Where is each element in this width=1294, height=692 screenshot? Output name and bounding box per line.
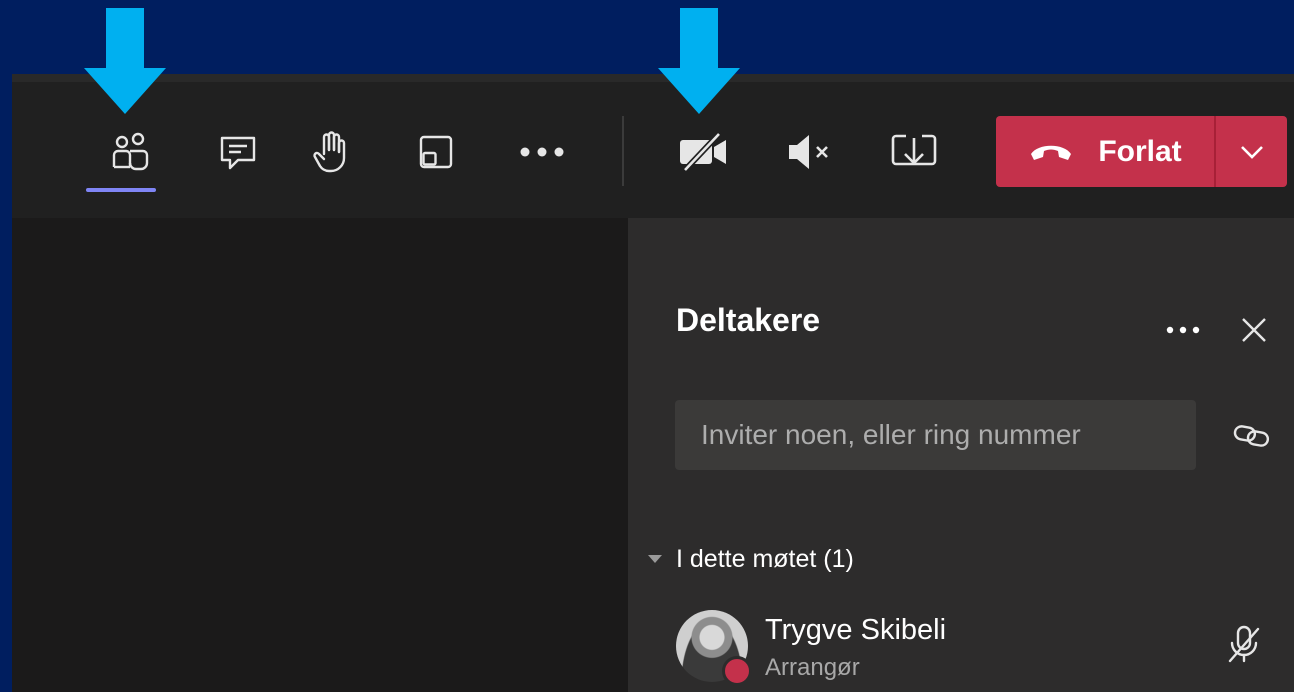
leave-button-group: Forlat	[996, 116, 1287, 187]
annotation-arrow-participants	[84, 8, 166, 114]
in-meeting-section-header[interactable]: I dette møtet (1)	[648, 542, 854, 576]
meeting-stage	[12, 218, 628, 692]
teams-meeting-window: Forlat Deltakere Inviter noen, eller rin…	[12, 74, 1294, 692]
invite-input[interactable]	[675, 400, 1196, 470]
chevron-down-icon	[1240, 145, 1263, 159]
caret-down-icon	[648, 555, 662, 563]
busy-status-icon	[722, 656, 752, 686]
participant-role: Arrangør	[765, 654, 860, 681]
toolbar-divider	[622, 116, 624, 186]
copy-link-button[interactable]	[1232, 416, 1272, 456]
hand-icon	[313, 131, 346, 173]
link-icon	[1233, 425, 1270, 447]
raise-hand-button[interactable]	[300, 122, 360, 182]
rooms-icon	[419, 135, 453, 169]
more-icon	[520, 147, 564, 157]
close-icon	[1242, 318, 1266, 342]
participant-mic-status	[1224, 624, 1264, 664]
more-icon	[1166, 326, 1200, 334]
panel-close-button[interactable]	[1234, 310, 1274, 350]
camera-toggle-button[interactable]	[674, 122, 734, 182]
leave-label: Forlat	[1098, 134, 1182, 168]
phone-hangup-icon	[1031, 145, 1072, 160]
share-tray-icon	[891, 134, 937, 166]
chat-button[interactable]	[208, 122, 268, 182]
participants-panel: Deltakere I dette møtet (1)	[628, 218, 1294, 692]
leave-button[interactable]: Forlat	[996, 116, 1214, 187]
participants-button[interactable]	[101, 122, 161, 182]
speaker-mute-icon	[789, 135, 828, 169]
camera-off-icon	[680, 131, 726, 173]
speaker-toggle-button[interactable]	[780, 122, 840, 182]
participant-row[interactable]: Trygve Skibeli Arrangør	[676, 610, 1264, 690]
mic-off-icon	[1228, 625, 1260, 663]
avatar	[676, 610, 752, 686]
active-tab-indicator	[86, 188, 156, 192]
more-actions-button[interactable]	[512, 122, 572, 182]
participant-name: Trygve Skibeli	[765, 614, 947, 646]
panel-title: Deltakere	[676, 302, 821, 338]
breakout-rooms-button[interactable]	[406, 122, 466, 182]
leave-options-button[interactable]	[1216, 116, 1287, 187]
chat-icon	[220, 136, 256, 170]
panel-more-button[interactable]	[1158, 310, 1208, 350]
annotation-arrow-camera	[658, 8, 740, 114]
people-icon	[112, 132, 149, 171]
section-label: I dette møtet (1)	[676, 544, 854, 573]
meeting-toolbar: Forlat	[12, 82, 1294, 218]
share-content-button[interactable]	[884, 122, 944, 182]
